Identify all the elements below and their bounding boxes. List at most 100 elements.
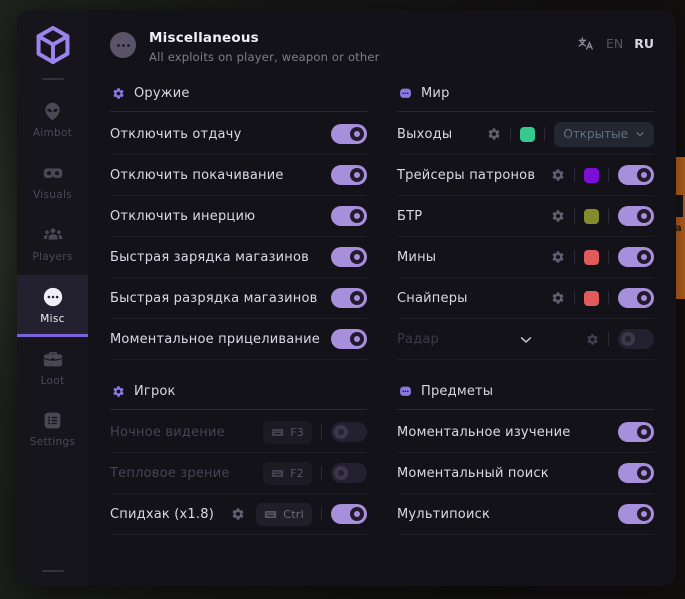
feature-row-instant-ads: Моментальное прицеливание: [110, 319, 367, 360]
app-logo-icon: [32, 24, 74, 66]
separator: [608, 291, 609, 305]
section-weapon: Оружие Отключить отдачу Отключить покачи…: [110, 82, 367, 360]
feature-row-thermal-vision: Тепловое зрение F2: [110, 453, 367, 494]
feature-row-fast-unload: Быстрая разрядка магазинов: [110, 278, 367, 319]
toggle[interactable]: [618, 288, 654, 308]
sidebar-item-misc[interactable]: Misc: [17, 275, 88, 337]
sidebar-item-aimbot[interactable]: Aimbot: [17, 90, 88, 151]
toggle[interactable]: [618, 206, 654, 226]
list-settings-icon: [42, 410, 63, 431]
gear-icon[interactable]: [551, 168, 565, 182]
briefcase-icon: [42, 348, 64, 370]
feature-label: Моментальное изучение: [397, 425, 618, 440]
gear-icon: [112, 87, 125, 100]
sidebar-item-players[interactable]: Players: [17, 213, 88, 275]
toggle[interactable]: [618, 165, 654, 185]
feature-label: Ночное видение: [110, 425, 263, 440]
feature-row-snipers: Снайперы: [397, 278, 654, 319]
toggle[interactable]: [618, 422, 654, 442]
separator: [321, 466, 322, 480]
keybind-badge[interactable]: Ctrl: [256, 503, 312, 526]
gear-icon[interactable]: [586, 333, 599, 346]
gear-icon[interactable]: [551, 250, 565, 264]
section-items: Предметы Моментальное изучение Моменталь…: [397, 380, 654, 535]
feature-row-night-vision: Ночное видение F3: [110, 412, 367, 453]
sidebar-item-visuals[interactable]: Visuals: [17, 151, 88, 213]
feature-row-instant-examine: Моментальное изучение: [397, 412, 654, 453]
toggle[interactable]: [618, 463, 654, 483]
toggle[interactable]: [618, 247, 654, 267]
feature-label: Снайперы: [397, 291, 551, 306]
section-title: Игрок: [134, 384, 176, 399]
keybind-label: F2: [290, 467, 304, 480]
section-player: Игрок Ночное видение F3 Тепловое зрение: [110, 380, 367, 535]
separator: [321, 425, 322, 439]
color-swatch[interactable]: [584, 291, 599, 306]
color-swatch[interactable]: [520, 127, 535, 142]
section-divider: [110, 409, 367, 410]
feature-label: Отключить отдачу: [110, 127, 331, 142]
toggle[interactable]: [331, 329, 367, 349]
gear-icon[interactable]: [551, 291, 565, 305]
translate-icon[interactable]: [576, 34, 595, 53]
toggle[interactable]: [331, 422, 367, 442]
color-swatch[interactable]: [584, 209, 599, 224]
keyboard-icon: [271, 426, 284, 439]
feature-label: Моментальный поиск: [397, 466, 618, 481]
page-subtitle: All exploits on player, weapon or other: [149, 50, 380, 64]
feature-row-mines: Мины: [397, 237, 654, 278]
chevron-down-icon[interactable]: [518, 332, 533, 347]
toggle[interactable]: [331, 288, 367, 308]
feature-row-instant-search: Моментальный поиск: [397, 453, 654, 494]
exits-dropdown[interactable]: Открытые: [554, 122, 654, 147]
section-header: Игрок: [110, 380, 367, 409]
color-swatch[interactable]: [584, 168, 599, 183]
keybind-badge[interactable]: F2: [263, 462, 312, 485]
feature-row-no-recoil: Отключить отдачу: [110, 114, 367, 155]
toggle[interactable]: [331, 206, 367, 226]
gear-icon[interactable]: [551, 209, 565, 223]
gear-icon[interactable]: [487, 127, 501, 141]
dropdown-value: Открытые: [563, 127, 628, 141]
toggle[interactable]: [331, 463, 367, 483]
sidebar: Aimbot Visuals Players Misc Loot: [17, 10, 88, 586]
chat-ellipsis-icon: [399, 385, 412, 398]
lang-ru-button[interactable]: RU: [634, 36, 654, 51]
ellipsis-avatar-icon: [110, 32, 136, 58]
keybind-badge[interactable]: F3: [263, 421, 312, 444]
main-panel: Miscellaneous All exploits on player, we…: [88, 10, 676, 586]
separator: [608, 168, 609, 182]
feature-label: БТР: [397, 209, 551, 224]
section-header: Оружие: [110, 82, 367, 111]
lang-en-button[interactable]: EN: [606, 36, 623, 51]
toggle[interactable]: [331, 165, 367, 185]
toggle[interactable]: [331, 124, 367, 144]
chat-ellipsis-icon: [399, 87, 412, 100]
title-block: Miscellaneous All exploits on player, we…: [149, 30, 380, 64]
feature-row-fast-reload: Быстрая зарядка магазинов: [110, 237, 367, 278]
separator: [608, 332, 609, 346]
ellipsis-circle-icon: [42, 286, 64, 308]
players-icon: [42, 224, 64, 246]
separator: [544, 127, 545, 141]
sidebar-divider: [42, 78, 64, 80]
chevron-down-icon: [635, 129, 645, 139]
sidebar-item-label: Visuals: [33, 189, 72, 201]
feature-row-exits: Выходы Открытые: [397, 114, 654, 155]
keyboard-icon: [271, 467, 284, 480]
keyboard-icon: [264, 508, 277, 521]
sidebar-item-loot[interactable]: Loot: [17, 337, 88, 399]
gear-icon[interactable]: [231, 507, 245, 521]
feature-row-multi-search: Мультипоиск: [397, 494, 654, 535]
toggle[interactable]: [331, 247, 367, 267]
sidebar-item-settings[interactable]: Settings: [17, 399, 88, 460]
vr-goggles-icon: [42, 162, 64, 184]
toggle[interactable]: [331, 504, 367, 524]
toggle[interactable]: [618, 504, 654, 524]
color-swatch[interactable]: [584, 250, 599, 265]
feature-row-tracers: Трейсеры патронов: [397, 155, 654, 196]
toggle[interactable]: [618, 329, 654, 349]
alien-icon: [42, 101, 63, 122]
section-divider: [110, 111, 367, 112]
language-switcher: EN RU: [576, 34, 654, 53]
